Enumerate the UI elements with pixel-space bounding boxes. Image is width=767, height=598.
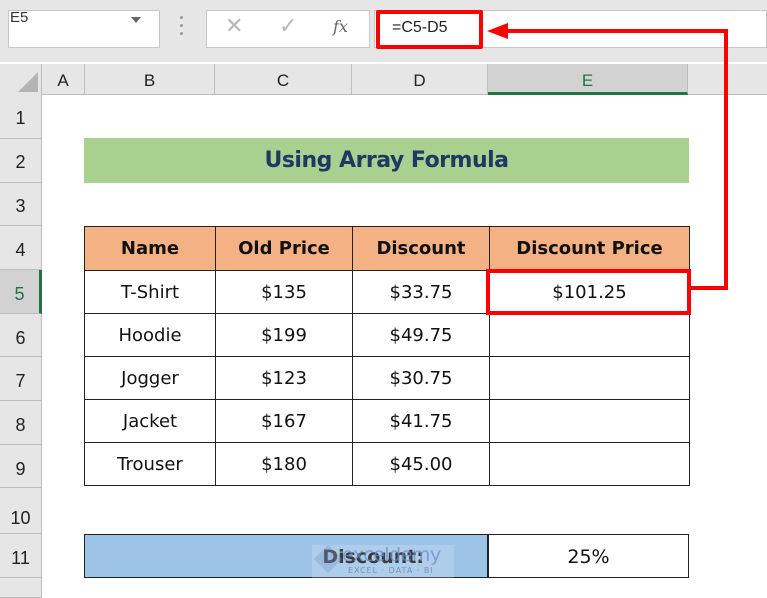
arrow-line (505, 29, 728, 290)
connector-arrow (487, 23, 728, 290)
arrow-head-icon (487, 23, 508, 39)
